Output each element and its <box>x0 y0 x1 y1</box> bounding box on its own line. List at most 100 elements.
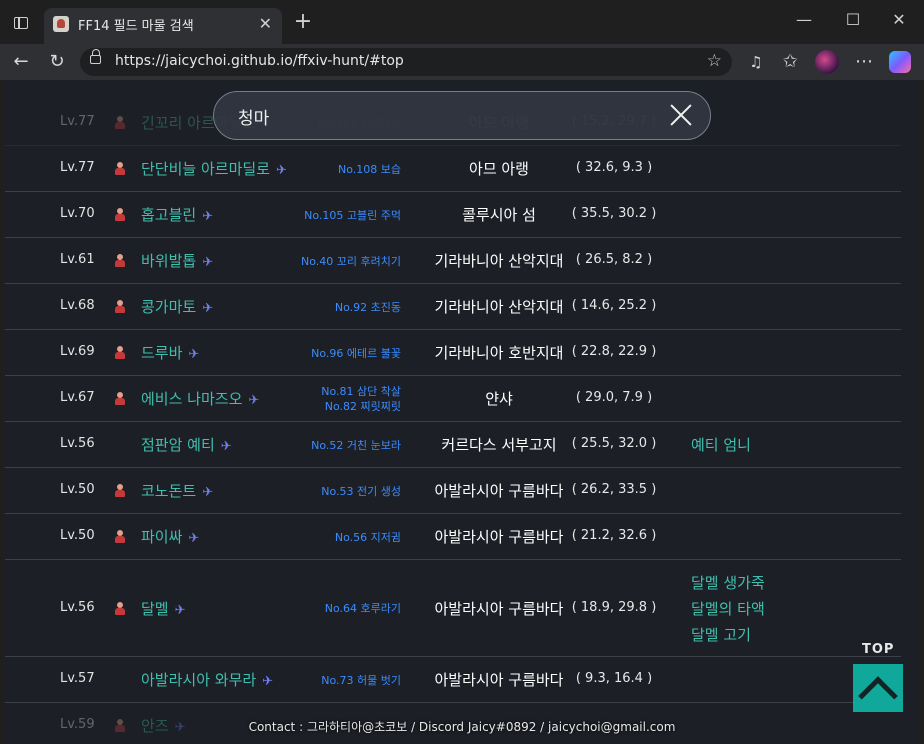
level-label: Lv.70 <box>60 206 95 221</box>
level-label: Lv.67 <box>60 390 95 405</box>
map-marker-icon[interactable]: ✈ <box>202 255 213 270</box>
monster-type-icon <box>115 530 125 543</box>
level-label: Lv.50 <box>60 482 95 497</box>
zone-name: 커르다스 서부고지 <box>441 436 557 454</box>
monster-type-icon <box>115 116 125 129</box>
monster-name: 단단비늘 아르마딜로 <box>141 160 270 178</box>
map-marker-icon[interactable]: ✈ <box>221 439 232 454</box>
tab-actions-button[interactable] <box>8 12 34 34</box>
page-viewport: Lv.77긴꼬리 아르마딜로✈No.107 방패막이아므 아랭( 15.2, 2… <box>5 80 919 744</box>
coordinates: ( 14.6, 25.2 ) <box>571 298 657 313</box>
profile-avatar[interactable] <box>815 50 839 74</box>
level-label: Lv.56 <box>60 436 95 451</box>
map-marker-icon[interactable]: ✈ <box>248 393 259 408</box>
monster-name: 달멜 <box>141 599 169 618</box>
level-label: Lv.50 <box>60 528 95 543</box>
zone-name: 기라바니아 호반지대 <box>434 344 564 362</box>
zone-name: 기라바니아 산악지대 <box>434 298 564 316</box>
coordinates: ( 26.2, 33.5 ) <box>571 482 657 497</box>
monster-name-link[interactable]: 콩가마토 ✈ <box>141 296 213 317</box>
monster-name: 콩가마토 <box>141 298 197 316</box>
map-marker-icon[interactable]: ✈ <box>276 163 287 178</box>
refresh-icon[interactable]: ↻ <box>44 50 70 74</box>
window-close-icon[interactable]: ✕ <box>884 10 914 29</box>
level-label: Lv.68 <box>60 298 95 313</box>
monster-type-icon <box>115 346 125 359</box>
coordinates: ( 21.2, 32.6 ) <box>571 528 657 543</box>
monster-name: 파이싸 <box>141 528 183 546</box>
zone-name: 콜루시아 섬 <box>462 206 536 224</box>
search-input[interactable]: 청마 <box>238 104 269 129</box>
map-marker-icon[interactable]: ✈ <box>262 674 273 689</box>
hunting-log-entries: No.53 전기 생성 <box>321 484 401 499</box>
monster-name-link[interactable]: 에비스 나마즈오 ✈ <box>141 388 259 409</box>
monster-name-link[interactable]: 홉고블린 ✈ <box>141 204 213 225</box>
favorite-star-icon[interactable]: ☆ <box>707 51 722 71</box>
table-row: Lv.50 코노돈트 ✈ No.53 전기 생성 아발라시아 구름바다 ( 26.2, 3… <box>5 468 901 514</box>
level-label: Lv.69 <box>60 344 95 359</box>
zone-name: 기라바니아 산악지대 <box>434 252 564 270</box>
maximize-icon[interactable]: ☐ <box>838 10 868 29</box>
address-bar[interactable]: https://jaicychoi.github.io/ffxiv-hunt/#… <box>80 48 732 76</box>
new-tab-icon[interactable]: + <box>290 9 316 34</box>
top-label: TOP <box>862 642 895 657</box>
clear-search-icon[interactable] <box>666 98 696 132</box>
hunting-log-entries: No.56 지저귐 <box>335 530 401 545</box>
table-row: Lv.77 단단비늘 아르마딜로 ✈ No.108 보습 아므 아랭 ( 32.6, 9.… <box>5 146 901 192</box>
hunting-log-entry: No.81 삼단 착살 <box>321 385 401 398</box>
hunting-log-entries: No.73 허물 벗기 <box>321 673 401 688</box>
drop-item[interactable]: 달멜 고기 <box>691 622 765 648</box>
copilot-icon[interactable] <box>889 51 911 73</box>
coordinates: ( 35.5, 30.2 ) <box>571 206 657 221</box>
table-row: Lv.57 아발라시아 와무라 ✈ No.73 허물 벗기 아발라시아 구름바다 ( 9.… <box>5 657 901 703</box>
map-marker-icon[interactable]: ✈ <box>202 485 213 500</box>
monster-type-icon <box>115 392 125 405</box>
favorites-icon[interactable]: ✩ <box>777 50 803 74</box>
level-label: Lv.56 <box>60 599 95 615</box>
monster-type-icon <box>115 208 125 221</box>
monster-name-link[interactable]: 점판암 예티 ✈ <box>141 434 232 455</box>
map-marker-icon[interactable]: ✈ <box>188 531 199 546</box>
minimize-icon[interactable]: — <box>789 10 819 29</box>
zone-name: 얀샤 <box>485 390 513 408</box>
monster-name: 드루바 <box>141 344 183 362</box>
monster-name-link[interactable]: 드루바 ✈ <box>141 342 199 363</box>
tab-close-icon[interactable]: ✕ <box>259 14 272 33</box>
coordinates: ( 25.5, 32.0 ) <box>571 436 657 451</box>
browser-toolbar: ← ↻ https://jaicychoi.github.io/ffxiv-hu… <box>0 44 924 80</box>
level-label: Lv.61 <box>60 252 95 267</box>
browser-tab[interactable]: FF14 필드 마물 검색 ✕ <box>44 8 282 44</box>
back-icon[interactable]: ← <box>8 50 34 74</box>
hunting-log-entry: No.105 고블린 주먹 <box>304 208 401 222</box>
site-favicon-icon <box>53 16 69 32</box>
drop-item[interactable]: 예티 엄니 <box>691 432 751 458</box>
scroll-top-button[interactable] <box>853 664 903 716</box>
monster-name-link[interactable]: 아발라시아 와무라 ✈ <box>141 669 273 690</box>
hunting-log-entries: No.105 고블린 주먹 <box>304 208 401 223</box>
extensions-icon[interactable]: ♫ <box>743 50 769 74</box>
map-marker-icon[interactable]: ✈ <box>202 209 213 224</box>
hunting-log-entry: No.108 보습 <box>338 162 401 176</box>
search-box[interactable]: 청마 <box>213 91 711 140</box>
coordinates: ( 29.0, 7.9 ) <box>575 390 653 405</box>
drop-item[interactable]: 달멜의 타액 <box>691 596 765 622</box>
hunting-log-entry: No.73 허물 벗기 <box>321 673 401 687</box>
monster-name-link[interactable]: 파이싸 ✈ <box>141 526 199 547</box>
table-row: Lv.67 에비스 나마즈오 ✈ No.81 삼단 착살 No.82 찌릿찌릿 얀샤 ( 2… <box>5 376 901 422</box>
table-row: Lv.56 점판암 예티 ✈ No.52 거친 눈보라 커르다스 서부고지 ( 25.5,… <box>5 422 901 468</box>
map-marker-icon[interactable]: ✈ <box>175 603 186 618</box>
map-marker-icon[interactable]: ✈ <box>202 301 213 316</box>
drop-item[interactable]: 달멜 생가죽 <box>691 570 765 596</box>
monster-name-link[interactable]: 코노돈트 ✈ <box>141 480 213 501</box>
map-marker-icon[interactable]: ✈ <box>188 347 199 362</box>
table-row: Lv.69 드루바 ✈ No.96 에테르 불꽃 기라바니아 호반지대 ( 22.8, 2… <box>5 330 901 376</box>
monster-name: 에비스 나마즈오 <box>141 390 243 408</box>
hunting-log-entry: No.40 꼬리 후려치기 <box>301 254 401 268</box>
zone-name: 아발라시아 구름바다 <box>434 482 564 500</box>
more-menu-icon[interactable]: ⋯ <box>851 50 877 74</box>
drop-items: 예티 엄니 <box>691 432 751 458</box>
monster-name-link[interactable]: 바위발톱 ✈ <box>141 250 213 271</box>
monster-name: 아발라시아 와무라 <box>141 671 257 689</box>
monster-name-link[interactable]: 달멜 ✈ <box>141 598 186 619</box>
monster-name-link[interactable]: 단단비늘 아르마딜로 ✈ <box>141 158 287 179</box>
